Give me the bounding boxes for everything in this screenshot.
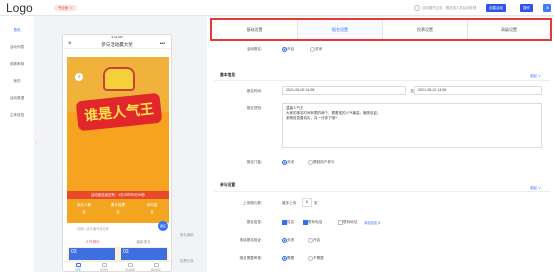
bottom-nav-rules[interactable]: 活动规则: [119, 263, 141, 272]
close-icon[interactable]: ×: [68, 40, 72, 49]
divider: [214, 191, 550, 192]
player-search-input[interactable]: 请输入选手编号或名称: [71, 225, 153, 233]
more-icon[interactable]: •••: [160, 40, 165, 49]
phone-verify-on-radio[interactable]: 开启: [308, 238, 320, 244]
audit-no-radio[interactable]: 不需要: [308, 256, 324, 262]
sidebar-item-mine[interactable]: 我的: [0, 79, 34, 84]
stat-votes: 累计投票 0: [101, 203, 135, 216]
plan-badge[interactable]: 专业版 ∨: [54, 5, 77, 11]
signup-fab-button[interactable]: 报名: [158, 221, 168, 231]
sidebar-item-data[interactable]: 活动数据: [0, 96, 34, 101]
field-phone-checkbox[interactable]: 联系电话: [303, 220, 322, 226]
stat-value: 0: [116, 210, 120, 216]
collapse-icon[interactable]: ‹: [35, 140, 39, 148]
phone-verify-label: 电话报名验证:: [239, 238, 262, 242]
stat-label: 累计投票: [110, 203, 126, 207]
ranking-tabs: 人气排行 最新报名: [67, 238, 169, 246]
vote-records-link[interactable]: 投票记录: [180, 258, 194, 263]
preview-title-bar: × 参与活动赢大奖 •••: [63, 40, 171, 49]
notice-label: 报名须知:: [246, 106, 262, 110]
bottom-nav-ranking[interactable]: 排行榜: [93, 263, 115, 272]
stat-label: 报名人数: [76, 203, 92, 207]
phone-verify-off-radio[interactable]: 关闭: [282, 238, 294, 244]
countdown-bar: 活动距结束还有：4天23时59分59秒: [67, 191, 169, 199]
rules-icon: [127, 263, 133, 267]
field-name-checkbox[interactable]: 姓名: [282, 220, 294, 226]
stat-value: 0: [150, 210, 154, 216]
tab-popularity[interactable]: 人气排行: [67, 238, 118, 246]
crown-graphic: [103, 67, 135, 91]
participate-section-title: 参与设置: [220, 183, 236, 187]
photo-limit-label: 上传照片数:: [243, 201, 262, 205]
player-card[interactable]: 03: [121, 248, 167, 260]
photo-limit-suffix: 张: [314, 201, 318, 205]
threshold-on-radio[interactable]: 限制用户参与: [308, 160, 335, 166]
bottom-nav-label: 排行榜: [100, 268, 108, 272]
poster-banner: ♪ 谁是人气王: [67, 57, 169, 207]
user-icon: [153, 263, 159, 267]
phone-preview: 9:41 AM × 参与活动赢大奖 ••• ♪ 谁是人气王 活动距结束还有：4天…: [62, 34, 172, 272]
create-activity-button[interactable]: 创建活动: [486, 4, 506, 12]
settings-tabs: 基础设置 报名设置 投票设置 高级设置: [210, 18, 552, 41]
bottom-nav-label: 首页: [75, 268, 81, 272]
divider: [214, 80, 550, 81]
tab-vote[interactable]: 投票设置: [383, 20, 468, 39]
notice-text: 活动展开过多，跟进用人员后待处理: [422, 6, 477, 10]
notice-textarea[interactable]: 温馨人气王 大家的报名时间有限的两个，看看谁的人气最高，最受欢迎。 参赛信息要真…: [282, 103, 542, 148]
signup-edit-link[interactable]: 报名编辑: [180, 232, 194, 237]
end-time-input[interactable]: 2021-08-12 14:58: [414, 86, 542, 95]
threshold-label: 报名门槛:: [246, 160, 262, 164]
preview-title: 参与活动赢大奖: [101, 42, 133, 47]
add-custom-field-link[interactable]: 添加自定义: [364, 220, 381, 225]
ranking-icon: [101, 263, 107, 267]
bottom-nav-label: 我的报名: [150, 268, 162, 272]
bottom-nav-home[interactable]: 首页: [67, 263, 89, 272]
stat-signups: 报名人数 0: [67, 203, 101, 216]
threshold-off-radio[interactable]: 关闭: [282, 160, 294, 166]
audit-yes-radio[interactable]: 需要: [282, 256, 294, 262]
signup-fields-label: 报名信息:: [246, 220, 262, 224]
stat-visits: 访问量 0: [135, 203, 169, 216]
music-icon: ♪: [77, 74, 81, 80]
signup-time-label: 报名时间:: [246, 89, 262, 93]
signup-switch-label: 活动报名:: [246, 47, 262, 51]
collapse-participate-link[interactable]: 收起 ∨: [530, 185, 541, 190]
field-address-checkbox[interactable]: 联系地址: [338, 220, 357, 226]
preview-bottom-nav: 首页 排行榜 活动规则 我的报名: [63, 261, 171, 272]
sidebar-item-entity[interactable]: 主体信息: [0, 113, 34, 118]
sidebar: 首页 活动列表 参赛审核 我的 活动数据 主体信息: [0, 16, 34, 272]
home-icon: [75, 263, 81, 267]
tab-basic[interactable]: 基础设置: [212, 20, 298, 39]
tab-advanced[interactable]: 高级设置: [468, 20, 550, 39]
textarea-line: 参赛信息要真实，另一分钟了哦?: [286, 116, 337, 120]
player-cards: 03 03: [67, 247, 169, 261]
sidebar-item-activities[interactable]: 活动列表: [0, 45, 34, 50]
action-button[interactable]: 操作: [520, 4, 533, 12]
bottom-nav-mysignup[interactable]: 我的报名: [145, 263, 167, 272]
status-time: 9:41 AM: [111, 35, 123, 39]
sidebar-item-review[interactable]: 参赛审核: [0, 62, 34, 67]
tab-signup[interactable]: 报名设置: [298, 20, 383, 39]
sidebar-item-home[interactable]: 首页: [0, 28, 34, 33]
top-bar: Logo 专业版 ∨ 活动展开过多，跟进用人员后待处理 创建活动 操作 ⚙: [0, 0, 554, 16]
audit-label: 报名需要审核:: [239, 256, 262, 260]
collapse-basic-link[interactable]: 收起 ∨: [530, 73, 541, 78]
player-card[interactable]: 03: [69, 248, 115, 260]
signup-on-radio[interactable]: 开启: [282, 47, 294, 53]
tab-latest[interactable]: 最新报名: [118, 238, 169, 246]
basic-section-title: 基本信息: [220, 73, 236, 77]
bottom-nav-label: 活动规则: [124, 268, 136, 272]
time-separator: 至: [410, 89, 414, 93]
logo: Logo: [6, 1, 33, 15]
gear-icon[interactable]: ⚙: [543, 4, 551, 12]
stats-panel: 报名人数 0 累计投票 0 访问量 0: [67, 201, 169, 223]
signup-off-radio[interactable]: 关闭: [310, 47, 322, 53]
stat-label: 访问量: [146, 203, 158, 207]
stat-value: 0: [82, 210, 86, 216]
info-icon: [414, 5, 420, 11]
photo-limit-input[interactable]: 6: [302, 198, 312, 207]
